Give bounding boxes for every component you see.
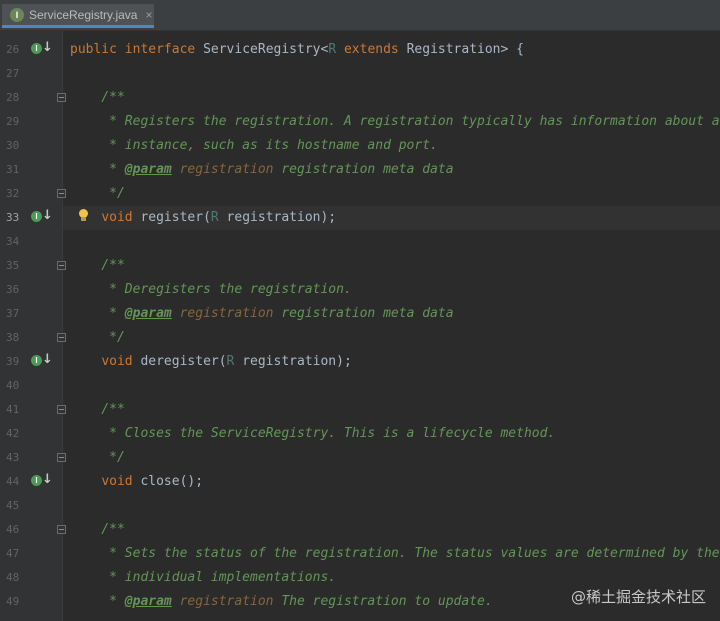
code-line[interactable]: 31 * @param registration registration me…: [0, 158, 720, 182]
fold-start-icon[interactable]: [57, 525, 66, 534]
code-line[interactable]: 40: [0, 374, 720, 398]
code-line[interactable]: 39 void deregister(R registration); I ↓: [0, 350, 720, 374]
code-text: /**: [70, 402, 125, 417]
line-number: 45: [6, 499, 20, 512]
code-text: void close();: [101, 474, 204, 489]
code-line[interactable]: 33 void register(R registration); I ↓: [0, 206, 720, 230]
line-number: 42: [6, 427, 20, 440]
line-number: 33: [6, 211, 20, 224]
lightbulb-icon[interactable]: [78, 209, 88, 221]
code-text: /**: [70, 258, 125, 273]
editor-tab-bar: ServiceRegistry.java ×: [0, 0, 720, 31]
fold-start-icon[interactable]: [57, 93, 66, 102]
line-number: 31: [6, 163, 20, 176]
line-number: 27: [6, 67, 20, 80]
line-number: 40: [6, 379, 20, 392]
code-text: * @param registration registration meta …: [70, 306, 454, 321]
code-line[interactable]: 26 public interface ServiceRegistry<R ext…: [0, 38, 720, 62]
code-text: * instance, such as its hostname and por…: [70, 138, 438, 153]
code-line[interactable]: 30 * instance, such as its hostname and …: [0, 134, 720, 158]
fold-end-icon[interactable]: [57, 189, 66, 198]
code-text: * Sets the status of the registration. T…: [70, 546, 720, 561]
fold-start-icon[interactable]: [57, 405, 66, 414]
tab-file-name: ServiceRegistry.java: [29, 7, 138, 22]
line-number: 34: [6, 235, 20, 248]
code-text: /**: [70, 522, 125, 537]
line-number: 49: [6, 595, 20, 608]
code-line[interactable]: 28 /**: [0, 86, 720, 110]
java-interface-icon: [10, 7, 24, 22]
code-text: * @param registration registration meta …: [70, 162, 454, 177]
code-line[interactable]: 45: [0, 494, 720, 518]
code-line[interactable]: 34: [0, 230, 720, 254]
tab-close-button[interactable]: ×: [145, 8, 152, 22]
line-number: 29: [6, 115, 20, 128]
code-line[interactable]: 44 void close(); I ↓: [0, 470, 720, 494]
code-text: /**: [70, 90, 125, 105]
code-line[interactable]: 41 /**: [0, 398, 720, 422]
line-number: 37: [6, 307, 20, 320]
line-number: 32: [6, 187, 20, 200]
line-number: 39: [6, 355, 20, 368]
code-text: * Registers the registration. A registra…: [70, 114, 720, 129]
line-number: 41: [6, 403, 20, 416]
fold-end-icon[interactable]: [57, 453, 66, 462]
code-text: */: [70, 330, 125, 345]
code-line[interactable]: 29 * Registers the registration. A regis…: [0, 110, 720, 134]
line-number: 30: [6, 139, 20, 152]
implemented-arrow-icon[interactable]: I ↓: [31, 472, 53, 491]
code-line[interactable]: 27: [0, 62, 720, 86]
code-line[interactable]: 42 * Closes the ServiceRegistry. This is…: [0, 422, 720, 446]
fold-end-icon[interactable]: [57, 333, 66, 342]
line-number: 47: [6, 547, 20, 560]
code-text: * @param registration The registration t…: [70, 594, 493, 609]
line-number: 43: [6, 451, 20, 464]
code-text: * Deregisters the registration.: [70, 282, 352, 297]
tab-serviceregistry-java[interactable]: ServiceRegistry.java ×: [2, 4, 154, 28]
line-number: 35: [6, 259, 20, 272]
code-line[interactable]: 46 /**: [0, 518, 720, 542]
code-line[interactable]: 38 */: [0, 326, 720, 350]
line-number: 46: [6, 523, 20, 536]
code-line[interactable]: 32 */: [0, 182, 720, 206]
code-line[interactable]: 47 * Sets the status of the registration…: [0, 542, 720, 566]
fold-start-icon[interactable]: [57, 261, 66, 270]
line-number: 38: [6, 331, 20, 344]
code-text: */: [70, 186, 125, 201]
line-number: 48: [6, 571, 20, 584]
watermark: @稀土掘金技术社区: [570, 588, 706, 606]
implemented-arrow-icon[interactable]: I ↓: [31, 352, 53, 371]
code-text: */: [70, 450, 125, 465]
code-line[interactable]: 37 * @param registration registration me…: [0, 302, 720, 326]
line-number: 36: [6, 283, 20, 296]
code-text: * Closes the ServiceRegistry. This is a …: [70, 426, 556, 441]
code-text: void deregister(R registration);: [101, 354, 352, 369]
code-text: * individual implementations.: [70, 570, 337, 585]
code-line[interactable]: 36 * Deregisters the registration.: [0, 278, 720, 302]
line-number: 28: [6, 91, 20, 104]
implemented-arrow-icon[interactable]: I ↓: [31, 40, 53, 59]
line-number: 44: [6, 475, 20, 488]
code-line[interactable]: 35 /**: [0, 254, 720, 278]
code-line[interactable]: 43 */: [0, 446, 720, 470]
line-number: 26: [6, 43, 20, 56]
code-text: public interface ServiceRegistry<R exten…: [70, 42, 524, 57]
implemented-arrow-icon[interactable]: I ↓: [31, 208, 53, 227]
code-text: void register(R registration);: [101, 210, 337, 225]
